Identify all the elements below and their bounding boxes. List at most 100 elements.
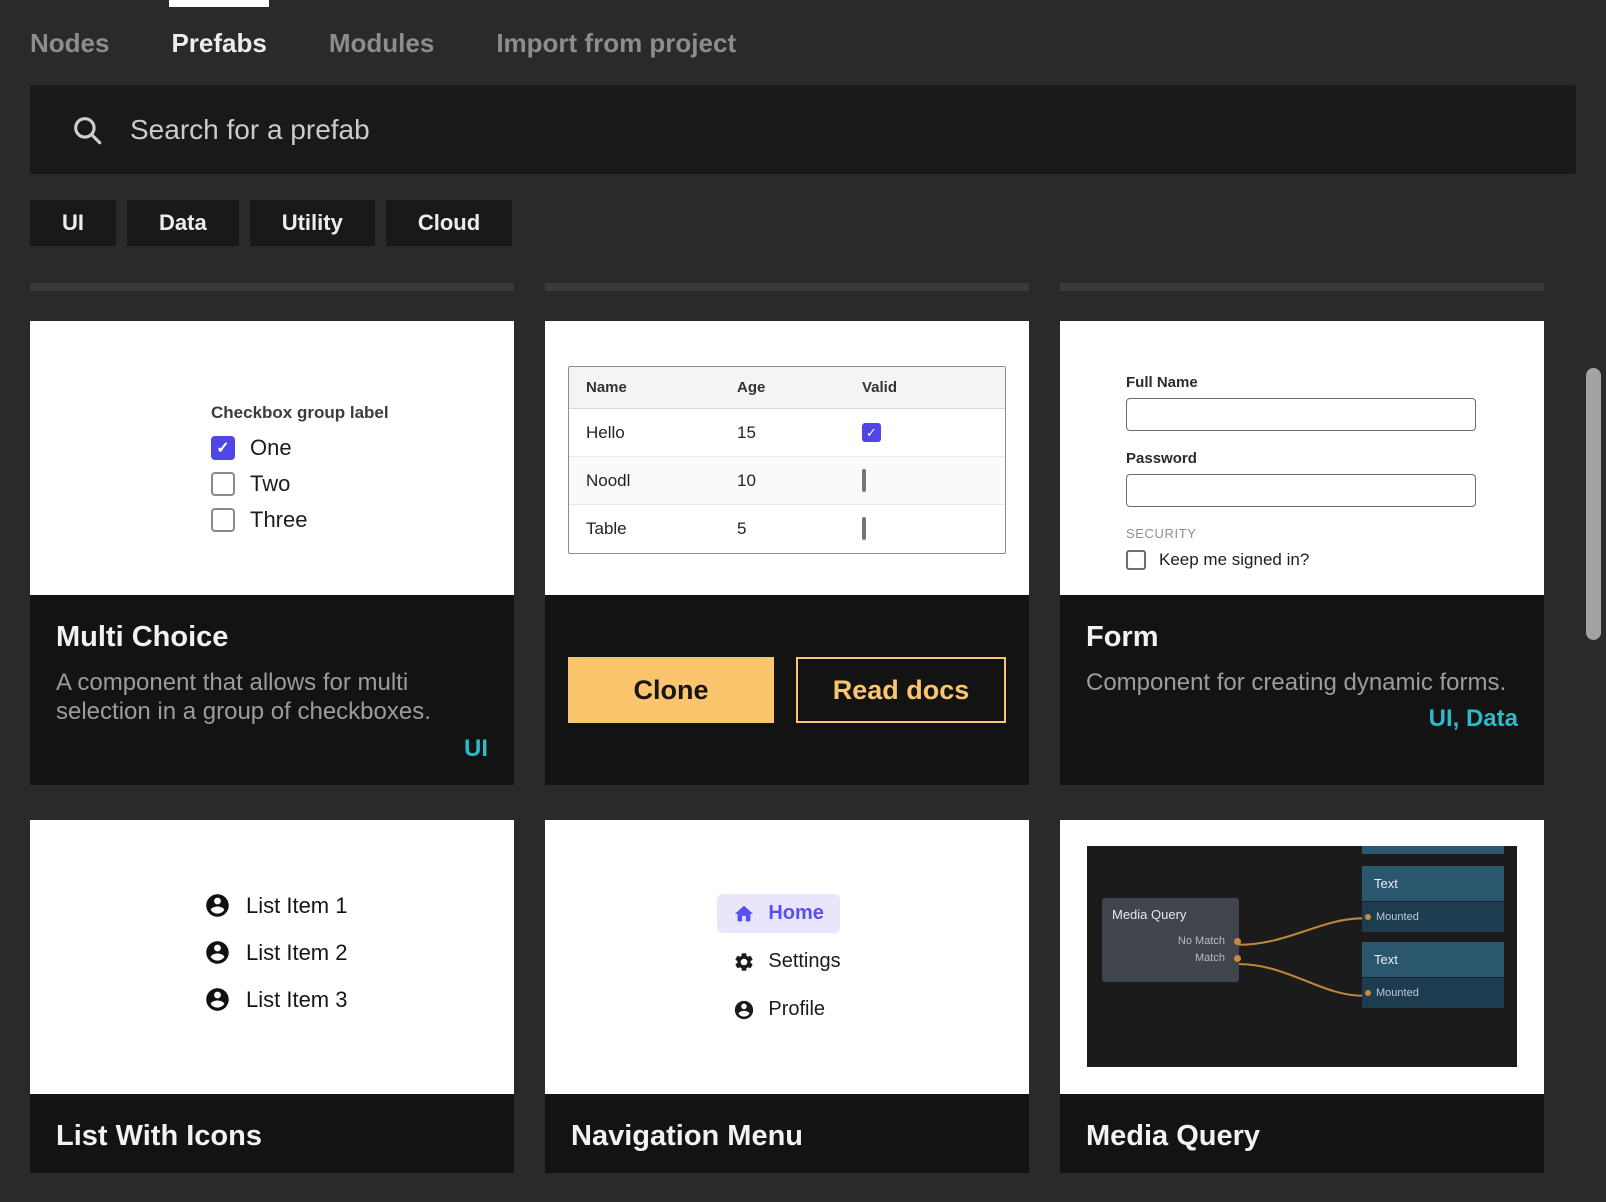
media-query-node: Media Query No Match Match (1102, 898, 1239, 982)
prefab-card-list-with-icons[interactable]: List Item 1 List Item 2 List Item 3 List… (30, 820, 514, 1173)
tab-nodes[interactable]: Nodes (30, 28, 109, 59)
form-text-input (1126, 474, 1476, 507)
card-title: Multi Choice (56, 621, 488, 654)
nav-item-settings: Settings (717, 942, 856, 981)
text-node: Text Mounted (1362, 866, 1504, 932)
checkbox-unchecked-icon (862, 517, 866, 540)
table-preview[interactable]: Name Age Valid Hello 15 Noodl 10 Table 5 (545, 321, 1029, 595)
cell-name: Noodl (569, 471, 737, 491)
cell-name: Hello (569, 423, 737, 443)
node-output-port: No Match (1178, 935, 1229, 947)
clipped-node-edge (1362, 846, 1504, 854)
cell-age: 10 (737, 471, 862, 491)
checkbox-unchecked-icon (1126, 550, 1146, 570)
checkbox-unchecked-icon (211, 472, 235, 496)
card-title: Navigation Menu (571, 1120, 1003, 1153)
card-title: Media Query (1086, 1120, 1518, 1153)
list-item-label: List Item 2 (246, 940, 347, 966)
checkbox-option: Three (211, 507, 514, 533)
list-item: List Item 3 (204, 986, 514, 1013)
prefab-card-media-query[interactable]: Media Query No Match Match Text Mounted … (1060, 820, 1544, 1173)
filter-cloud[interactable]: Cloud (386, 200, 512, 246)
card-info: List With Icons (30, 1094, 514, 1173)
prefab-card-navigation-menu[interactable]: Home Settings Profile (545, 820, 1029, 1173)
filter-chips: UI Data Utility Cloud (30, 200, 1576, 246)
card-tags: UI (56, 735, 488, 763)
table-header-valid: Valid (862, 379, 1005, 396)
nav-item-home: Home (717, 894, 840, 933)
checkbox-checked-icon (211, 436, 235, 460)
checkbox-group-label: Checkbox group label (211, 403, 514, 423)
checkbox-option: One (211, 435, 514, 461)
prefab-card-form[interactable]: Full Name Password SECURITY Keep me sign… (1060, 321, 1544, 785)
checkbox-option: Two (211, 471, 514, 497)
media-query-preview[interactable]: Media Query No Match Match Text Mounted … (1060, 820, 1544, 1094)
list-item-label: List Item 1 (246, 893, 347, 919)
card-hover-actions: Clone Read docs (545, 595, 1029, 785)
form-checkbox-row: Keep me signed in? (1126, 550, 1544, 570)
cell-name: Table (569, 519, 737, 539)
prefab-card-multi-choice[interactable]: Checkbox group label One Two Three Multi… (30, 321, 514, 785)
search-icon (70, 113, 104, 147)
filter-ui[interactable]: UI (30, 200, 116, 246)
tab-modules[interactable]: Modules (329, 28, 434, 59)
node-output-port: Match (1195, 952, 1229, 964)
checkbox-unchecked-icon (211, 508, 235, 532)
filter-utility[interactable]: Utility (250, 200, 375, 246)
multi-choice-preview[interactable]: Checkbox group label One Two Three (30, 321, 514, 595)
card-info: Multi Choice A component that allows for… (30, 595, 514, 783)
nav-item-profile: Profile (717, 990, 841, 1029)
read-docs-button[interactable]: Read docs (796, 657, 1006, 723)
list-item-label: List Item 3 (246, 987, 347, 1013)
search-input[interactable] (130, 114, 1430, 146)
node-input-port: Mounted (1362, 902, 1504, 932)
prefab-grid: Checkbox group label One Two Three Multi… (30, 321, 1576, 1173)
form-field-label: Full Name (1126, 374, 1544, 391)
card-info: Navigation Menu (545, 1094, 1029, 1173)
checkbox-option-label: One (250, 435, 292, 461)
card-edge (545, 283, 1029, 291)
list-item: List Item 2 (204, 939, 514, 966)
table-row: Table 5 (569, 505, 1005, 553)
list-item: List Item 1 (204, 892, 514, 919)
search-bar[interactable] (30, 85, 1576, 174)
person-circle-icon (204, 939, 231, 966)
node-title: Media Query (1112, 907, 1229, 922)
nav-item-label: Profile (768, 998, 825, 1021)
previous-row-edges (30, 283, 1576, 291)
card-description: Component for creating dynamic forms. (1086, 668, 1518, 697)
card-info: Media Query (1060, 1094, 1544, 1173)
table-header-row: Name Age Valid (569, 367, 1005, 409)
filter-data[interactable]: Data (127, 200, 239, 246)
card-info: Form Component for creating dynamic form… (1060, 595, 1544, 753)
card-edge (30, 283, 514, 291)
vertical-scrollbar-thumb[interactable] (1586, 368, 1601, 640)
list-preview[interactable]: List Item 1 List Item 2 List Item 3 (30, 820, 514, 1094)
prefab-card-table-hovered[interactable]: Name Age Valid Hello 15 Noodl 10 Table 5 (545, 321, 1029, 785)
tab-prefabs[interactable]: Prefabs (171, 28, 266, 59)
clone-button[interactable]: Clone (568, 657, 774, 723)
node-title: Text (1362, 942, 1504, 978)
table-header-name: Name (569, 379, 737, 396)
checkbox-checked-icon (862, 423, 881, 442)
nav-item-label: Home (768, 902, 824, 925)
gear-icon (733, 951, 755, 973)
cell-age: 5 (737, 519, 862, 539)
person-circle-icon (733, 999, 755, 1021)
cell-age: 15 (737, 423, 862, 443)
tab-import-from-project[interactable]: Import from project (496, 28, 736, 59)
form-text-input (1126, 398, 1476, 431)
checkbox-unchecked-icon (862, 469, 866, 492)
form-preview[interactable]: Full Name Password SECURITY Keep me sign… (1060, 321, 1544, 595)
person-circle-icon (204, 986, 231, 1013)
text-node: Text Mounted (1362, 942, 1504, 1008)
nav-preview[interactable]: Home Settings Profile (545, 820, 1029, 1094)
library-tabs: Nodes Prefabs Modules Import from projec… (0, 0, 1606, 59)
node-graph-canvas: Media Query No Match Match Text Mounted … (1087, 846, 1517, 1067)
form-checkbox-label: Keep me signed in? (1159, 550, 1309, 570)
card-title: List With Icons (56, 1120, 488, 1153)
checkbox-option-label: Two (250, 471, 290, 497)
card-tags: UI, Data (1086, 705, 1518, 733)
node-title: Text (1362, 866, 1504, 902)
table-row: Noodl 10 (569, 457, 1005, 505)
